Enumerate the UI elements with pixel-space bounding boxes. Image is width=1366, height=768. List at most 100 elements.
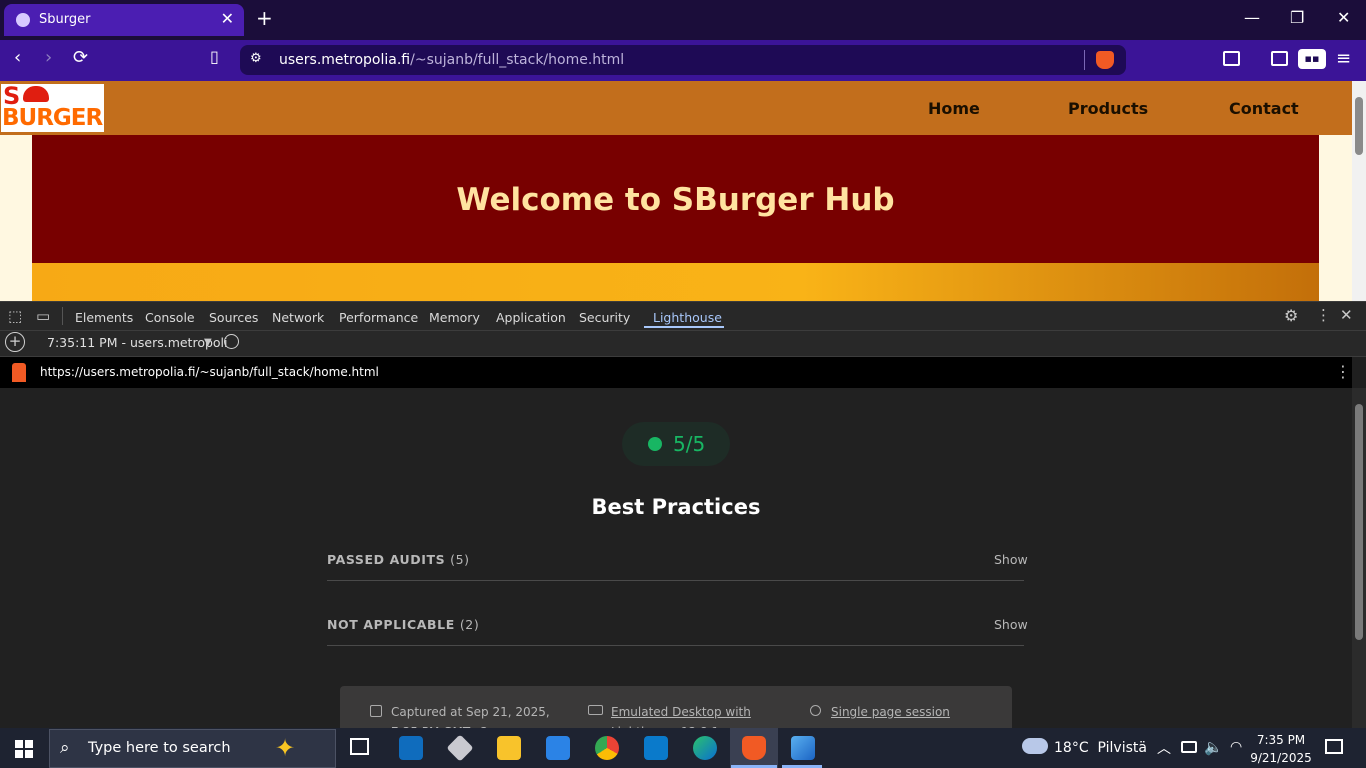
- lighthouse-report: 5/5 Best Practices PASSED AUDITS (5) Sho…: [0, 388, 1352, 728]
- url-path: /~sujanb/full_stack/home.html: [410, 52, 625, 68]
- tab-performance[interactable]: Performance: [339, 310, 418, 325]
- url-host: users.metropolia.fi: [279, 52, 411, 68]
- edge-icon[interactable]: [693, 736, 717, 760]
- battery-icon[interactable]: [1181, 741, 1197, 753]
- copilot-sparkle-icon[interactable]: ✦: [275, 734, 295, 762]
- wallet-icon[interactable]: ▪▪: [1298, 49, 1326, 69]
- address-url[interactable]: users.metropolia.fi/~sujanb/full_stack/h…: [279, 52, 624, 68]
- hero-image: [32, 263, 1319, 301]
- outlook-icon[interactable]: [399, 736, 423, 760]
- weather-widget[interactable]: 18°C Pilvistä: [1054, 740, 1147, 756]
- nav-home[interactable]: Home: [928, 99, 980, 118]
- tab-security[interactable]: Security: [579, 310, 630, 325]
- show-passed-button[interactable]: Show: [994, 552, 1028, 567]
- close-window-icon[interactable]: ✕: [1337, 8, 1350, 27]
- nav-contact[interactable]: Contact: [1229, 99, 1299, 118]
- not-applicable-group[interactable]: NOT APPLICABLE (2): [327, 617, 479, 632]
- report-footer: Captured at Sep 21, 2025, 7:35 PM GMT+3 …: [340, 686, 1012, 728]
- nav-products[interactable]: Products: [1068, 99, 1148, 118]
- brave-icon[interactable]: [742, 736, 766, 760]
- globe-icon: [16, 13, 30, 27]
- restore-icon[interactable]: ❐: [1290, 8, 1304, 27]
- tab-lighthouse[interactable]: Lighthouse: [653, 310, 722, 325]
- welcome-banner: Welcome to SBurger Hub: [32, 135, 1319, 263]
- microsoft-store-icon[interactable]: [546, 736, 570, 760]
- devtools-settings-icon[interactable]: ⚙: [1284, 306, 1298, 325]
- cloud-icon[interactable]: [1022, 738, 1048, 754]
- tab-elements[interactable]: Elements: [75, 310, 133, 325]
- devtools-close-icon[interactable]: ✕: [1340, 306, 1353, 324]
- device-toolbar-icon[interactable]: ▭: [36, 307, 50, 325]
- reload-icon[interactable]: ⟳: [73, 47, 88, 68]
- windows-start-icon[interactable]: [15, 740, 33, 758]
- close-tab-icon[interactable]: ✕: [221, 9, 234, 28]
- report-scrollbar-thumb[interactable]: [1355, 404, 1363, 640]
- group-count: (5): [450, 552, 470, 567]
- group-divider: [327, 645, 1024, 646]
- show-not-applicable-button[interactable]: Show: [994, 617, 1028, 632]
- inspect-element-icon[interactable]: ⬚: [8, 307, 22, 325]
- wifi-icon[interactable]: ◠: [1230, 739, 1242, 755]
- page-viewport: S BURGER Home Products Contact Welcome t…: [0, 81, 1352, 301]
- site-logo[interactable]: S BURGER: [1, 82, 104, 132]
- clock-date: 9/21/2025: [1250, 751, 1312, 765]
- bookmark-icon[interactable]: ▯: [210, 47, 219, 66]
- volume-icon[interactable]: 🔈: [1204, 738, 1223, 756]
- session-icon: [810, 705, 821, 716]
- report-scrollbar[interactable]: [1352, 388, 1366, 728]
- dropdown-arrow-icon[interactable]: ▼: [204, 337, 212, 348]
- emulated-device-link[interactable]: Emulated Desktop with Lighthouse 12.8.1: [611, 702, 761, 728]
- group-divider: [327, 580, 1024, 581]
- notifications-icon[interactable]: [1325, 739, 1343, 754]
- weather-text: Pilvistä: [1097, 740, 1147, 756]
- minimize-icon[interactable]: —: [1244, 8, 1260, 27]
- devtools-more-icon[interactable]: ⋮: [1316, 306, 1331, 324]
- tab-network[interactable]: Network: [272, 310, 324, 325]
- forward-icon[interactable]: ›: [45, 47, 52, 68]
- sidebar-icon[interactable]: [1271, 51, 1288, 66]
- score-badge: 5/5: [622, 422, 730, 466]
- passed-audits-group[interactable]: PASSED AUDITS (5): [327, 552, 470, 567]
- active-tab-indicator: [644, 326, 724, 328]
- tab-application[interactable]: Application: [496, 310, 566, 325]
- weather-temp: 18°C: [1054, 740, 1089, 756]
- new-report-icon[interactable]: +: [5, 332, 25, 352]
- clock-time: 7:35 PM: [1256, 733, 1306, 747]
- pass-indicator-icon: [648, 437, 662, 451]
- photos-icon[interactable]: [791, 736, 815, 760]
- show-hidden-icons-chevron-icon[interactable]: ︿: [1157, 738, 1171, 758]
- page-scrollbar-thumb[interactable]: [1355, 97, 1363, 155]
- category-title: Best Practices: [591, 495, 761, 519]
- vscode-icon[interactable]: [644, 736, 668, 760]
- report-url[interactable]: https://users.metropolia.fi/~sujanb/full…: [40, 365, 379, 379]
- clear-reports-icon[interactable]: [224, 334, 239, 349]
- tab-sources[interactable]: Sources: [209, 310, 258, 325]
- new-tab-button[interactable]: +: [256, 6, 273, 30]
- calendar-icon: [370, 705, 382, 717]
- address-divider: [1084, 50, 1085, 70]
- captured-time: Captured at Sep 21, 2025, 7:35 PM GMT+3: [391, 705, 550, 728]
- taskbar-clock[interactable]: 7:35 PM 9/21/2025: [1250, 731, 1312, 767]
- device-icon: [588, 705, 603, 715]
- brave-shields-icon[interactable]: [1096, 51, 1114, 69]
- group-count: (2): [459, 617, 480, 632]
- menu-icon[interactable]: ≡: [1336, 48, 1351, 69]
- browser-tab[interactable]: Sburger ✕: [4, 4, 244, 36]
- file-explorer-icon[interactable]: [497, 736, 521, 760]
- site-info-icon[interactable]: ⚙: [250, 51, 262, 66]
- tab-memory[interactable]: Memory: [429, 310, 480, 325]
- report-menu-icon[interactable]: ⋮: [1335, 362, 1351, 381]
- tab-console[interactable]: Console: [145, 310, 195, 325]
- page-scrollbar[interactable]: [1352, 81, 1366, 301]
- back-icon[interactable]: ‹: [14, 47, 21, 68]
- chrome-icon[interactable]: [595, 736, 619, 760]
- tab-search-icon[interactable]: [1223, 51, 1240, 66]
- search-placeholder[interactable]: Type here to search: [88, 740, 231, 756]
- session-link[interactable]: Single page session: [831, 702, 981, 722]
- report-selector[interactable]: 7:35:11 PM - users.metropoli: [47, 335, 228, 350]
- logo-text-burger: BURGER: [2, 105, 103, 131]
- burger-icon: [23, 86, 49, 102]
- task-view-icon[interactable]: [350, 738, 369, 755]
- group-label: NOT APPLICABLE: [327, 617, 455, 632]
- welcome-heading: Welcome to SBurger Hub: [456, 182, 895, 218]
